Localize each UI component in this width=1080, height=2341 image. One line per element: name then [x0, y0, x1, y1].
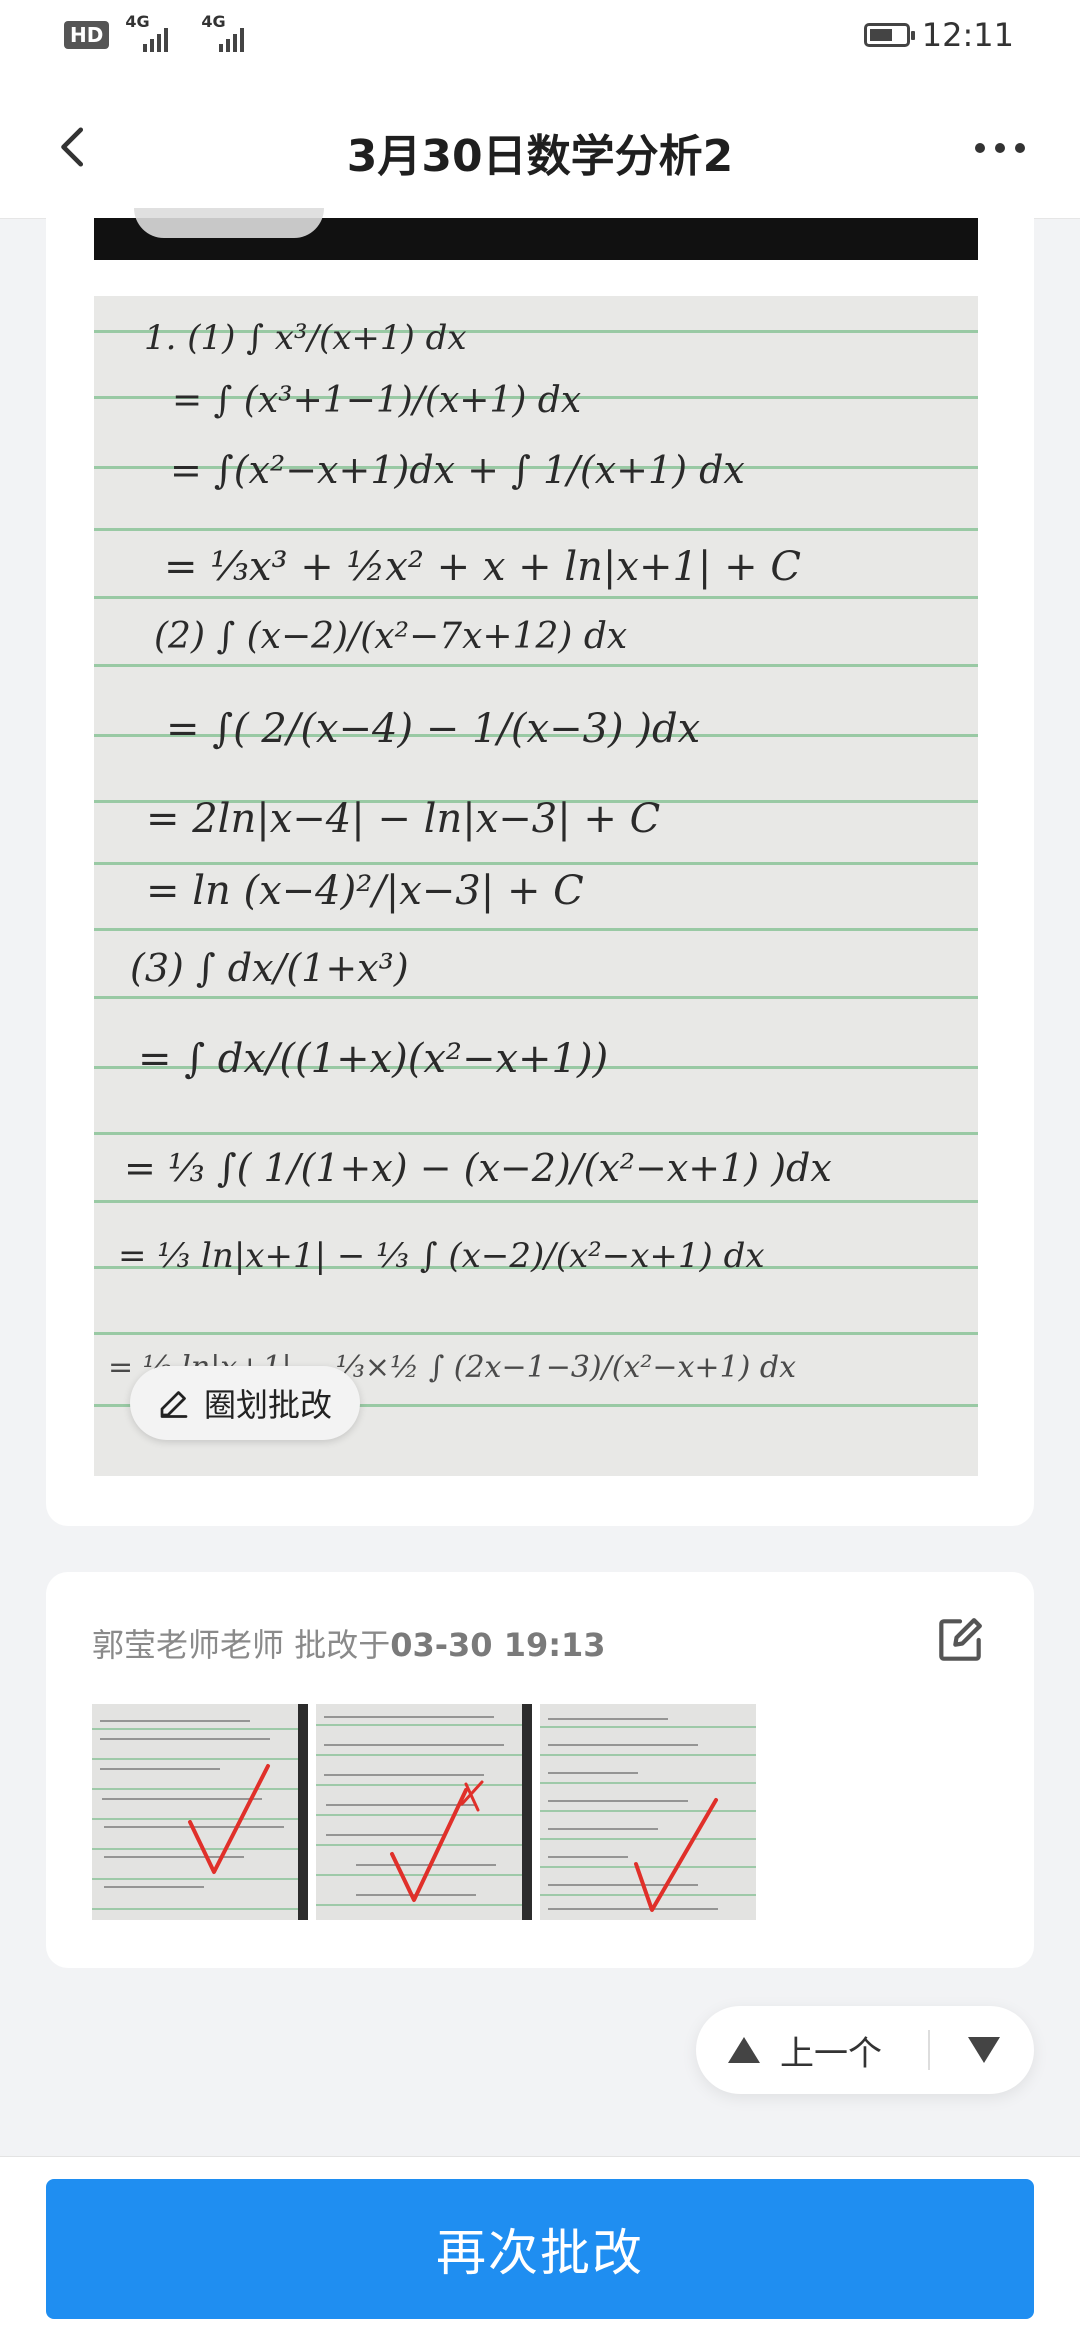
chevron-left-icon: [61, 127, 84, 167]
review-action: 批改于: [294, 1626, 391, 1664]
next-button[interactable]: [954, 2006, 1014, 2094]
annotate-label: 圈划批改: [204, 1386, 333, 1424]
review-meta: 郭莹老师老师 批改于03-30 19:13: [92, 1620, 606, 1666]
checkmark-icon: [188, 1764, 270, 1874]
battery-icon: [863, 23, 915, 47]
signal-icon: 4G: [125, 12, 185, 52]
page-title: 3月30日数学分析2: [346, 131, 734, 182]
previous-photo-edge: [94, 208, 978, 260]
checkmark-icon: [390, 1780, 484, 1902]
graded-thumbnails: [92, 1704, 756, 1920]
pen-icon: [160, 1391, 188, 1418]
navigation-bar: 3月30日数学分析2: [0, 76, 1080, 219]
graded-thumbnail-2[interactable]: [316, 1704, 532, 1920]
regrade-button[interactable]: 再次批改: [46, 2179, 1034, 2319]
work-line-5: (2) ∫ (x−2)/(x²−7x+12) dx: [154, 616, 628, 657]
graded-thumbnail-1[interactable]: [92, 1704, 308, 1920]
work-line-8: = ln (x−4)²/|x−3| + C: [146, 868, 584, 914]
triangle-down-icon: [968, 2037, 1000, 2063]
checkmark-icon: [634, 1798, 718, 1912]
signal-icon-2: 4G: [201, 12, 261, 52]
previous-label: 上一个: [780, 2033, 882, 2074]
homework-photo[interactable]: 1. (1) ∫ x³/(x+1) dx = ∫ (x³+1−1)/(x+1) …: [94, 296, 978, 1476]
work-line-10: = ∫ dx/((1+x)(x²−x+1)): [138, 1036, 609, 1082]
work-line-12: = ⅓ ln|x+1| − ⅓ ∫ (x−2)/(x²−x+1) dx: [118, 1236, 765, 1276]
graded-thumbnail-3[interactable]: [540, 1704, 756, 1920]
teacher-name: 郭莹老师老师: [92, 1626, 285, 1664]
work-line-6: = ∫( 2/(x−4) − 1/(x−3) )dx: [166, 706, 701, 752]
work-line-4: = ⅓x³ + ½x² + x + ln|x+1| + C: [164, 544, 801, 590]
status-left: HD 4G 4G: [64, 12, 261, 52]
more-dot-icon: [975, 143, 985, 153]
work-line-3: = ∫(x²−x+1)dx + ∫ 1/(x+1) dx: [170, 448, 745, 492]
status-right: 12:11: [863, 16, 1014, 54]
more-options-button[interactable]: [960, 118, 1040, 178]
clock: 12:11: [921, 16, 1014, 54]
hd-badge: HD: [64, 21, 110, 49]
previous-button[interactable]: 上一个: [728, 2006, 882, 2094]
work-line-1: 1. (1) ∫ x³/(x+1) dx: [144, 318, 467, 358]
more-dot-icon: [995, 143, 1005, 153]
work-line-2: = ∫ (x³+1−1)/(x+1) dx: [172, 380, 582, 421]
page-navigator: 上一个: [696, 2006, 1034, 2094]
work-line-9: (3) ∫ dx/(1+x³): [130, 946, 409, 990]
status-bar: HD 4G 4G 12:11: [0, 0, 1080, 76]
work-line-11: = ⅓ ∫( 1/(1+x) − (x−2)/(x²−x+1) )dx: [124, 1146, 832, 1190]
triangle-up-icon: [728, 2037, 760, 2063]
bottom-action-bar: 再次批改: [0, 2156, 1080, 2341]
back-button[interactable]: [40, 112, 110, 182]
more-dot-icon: [1015, 143, 1025, 153]
review-time: 03-30 19:13: [390, 1626, 606, 1664]
work-line-7: = 2ln|x−4| − ln|x−3| + C: [146, 796, 661, 842]
edit-icon[interactable]: [932, 1612, 988, 1668]
annotate-button[interactable]: 圈划批改: [130, 1366, 361, 1440]
divider: [928, 2030, 930, 2070]
review-record-card: 郭莹老师老师 批改于03-30 19:13: [46, 1572, 1034, 1968]
homework-photo-card: 1. (1) ∫ x³/(x+1) dx = ∫ (x³+1−1)/(x+1) …: [46, 208, 1034, 1526]
